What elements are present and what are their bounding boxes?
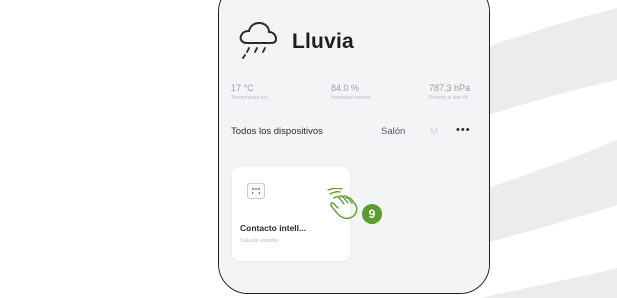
pressure-label: Presión al aire lib. [429, 95, 469, 101]
temperature-stat: 17 °C Temperatura ext. [231, 83, 269, 101]
device-name: Contacto intell... [240, 223, 307, 233]
app-screen: Lluvia 17 °C Temperatura ext. 84.0 % Hum… [219, 0, 489, 293]
humidity-label: Humedad exterior [331, 95, 371, 101]
device-room: Sala de estudio [240, 238, 278, 244]
step-number-badge: 9 [362, 204, 382, 224]
humidity-value: 84.0 % [331, 83, 360, 93]
room-tabs: Todos los dispositivos Salón M ••• [231, 124, 481, 140]
temperature-label: Temperatura ext. [231, 95, 269, 101]
tab-all-devices[interactable]: Todos los dispositivos [231, 126, 323, 137]
tab-third-room[interactable]: M [430, 126, 438, 137]
more-options-button[interactable]: ••• [456, 124, 471, 136]
temperature-value: 17 °C [231, 83, 254, 93]
humidity-stat: 84.0 % Humedad exterior [331, 83, 371, 101]
rain-cloud-icon [239, 21, 278, 59]
weather-condition: Lluvia [292, 30, 354, 53]
socket-icon [247, 183, 265, 199]
pressure-value: 787.3 hPa [429, 83, 471, 93]
pressure-stat: 787.3 hPa Presión al aire lib. [429, 83, 470, 101]
phone-frame: Lluvia 17 °C Temperatura ext. 84.0 % Hum… [218, 0, 490, 294]
tab-salon[interactable]: Salón [381, 126, 405, 137]
tap-hand-icon [327, 188, 358, 220]
